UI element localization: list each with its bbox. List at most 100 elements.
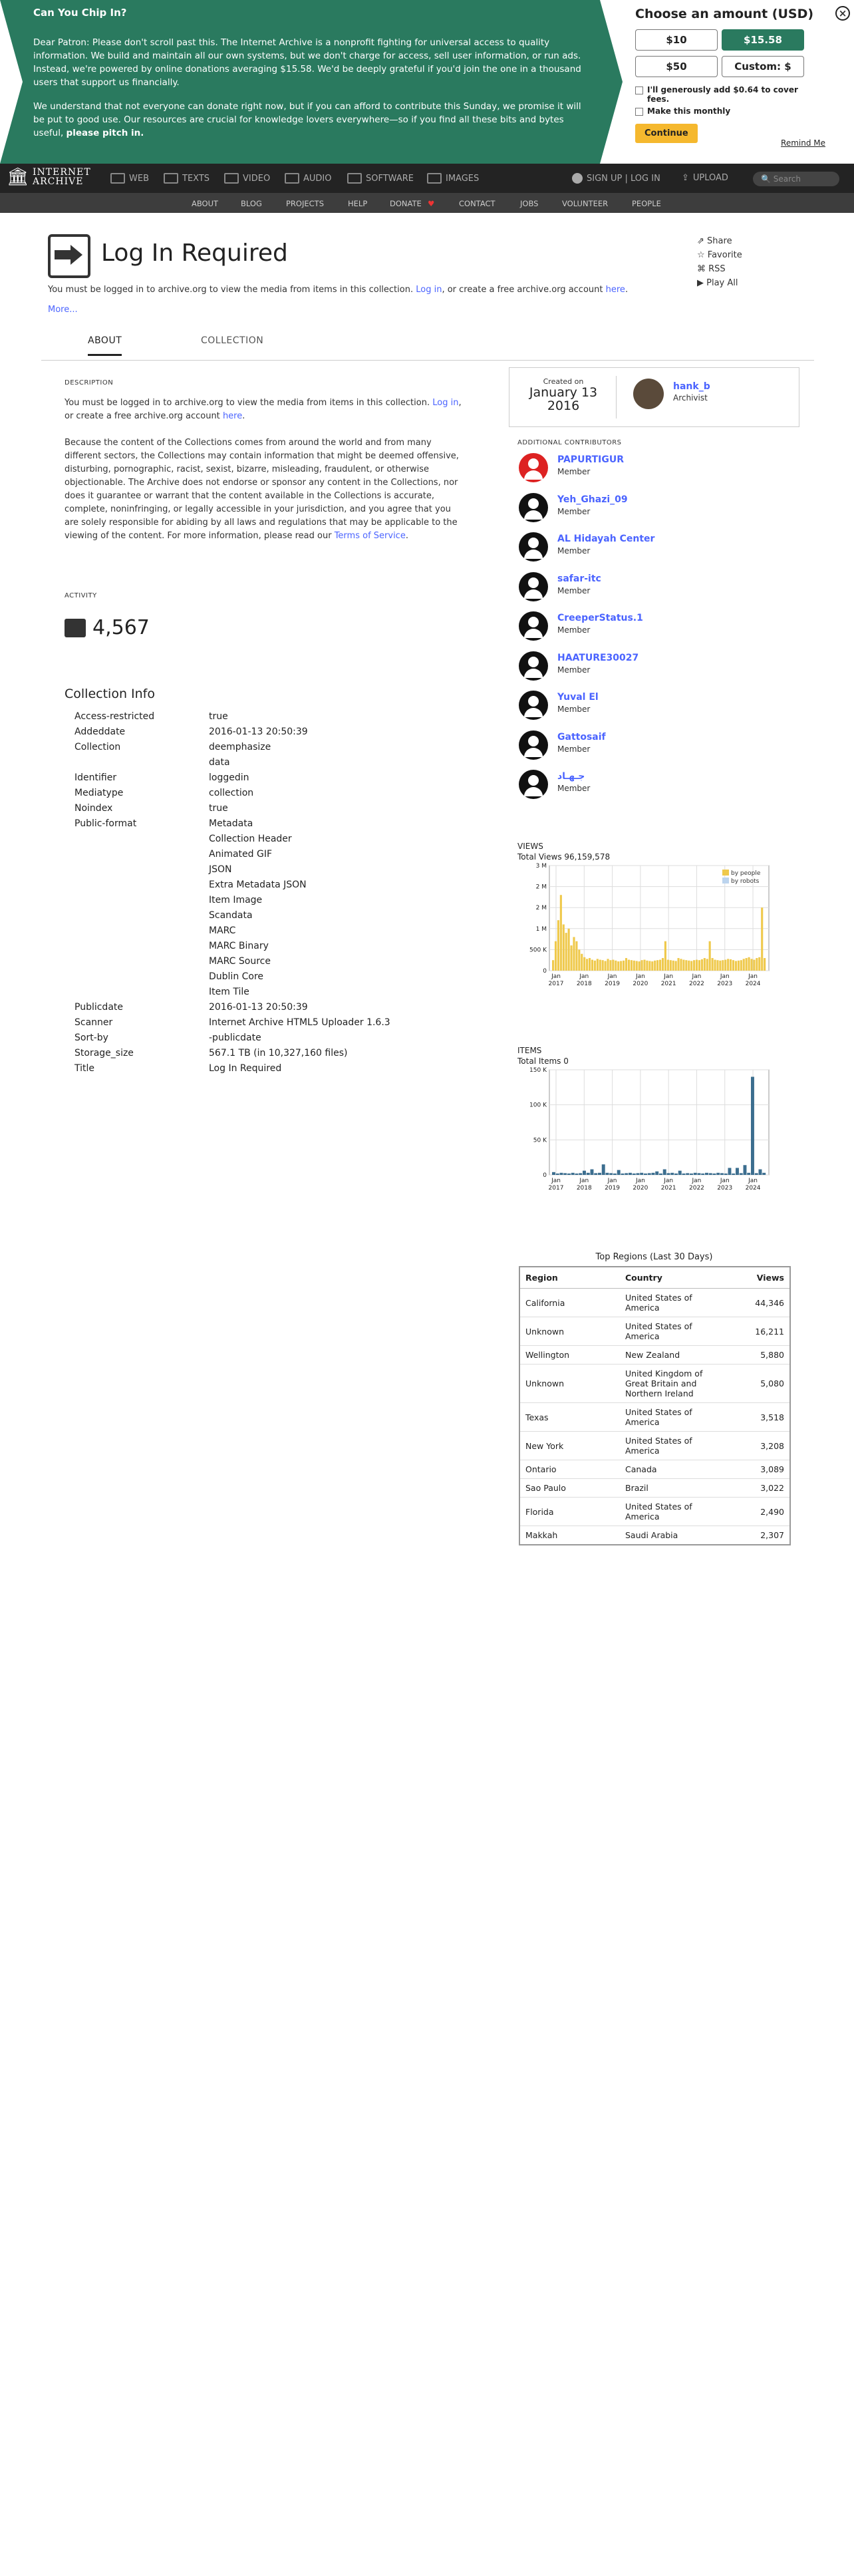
- contributor-item[interactable]: Yuval El Member: [517, 680, 803, 720]
- avatar[interactable]: [519, 651, 548, 681]
- contributor-name-link[interactable]: Yuval El: [557, 692, 599, 703]
- contributor-item[interactable]: Gattosaif Member: [517, 720, 803, 760]
- nav-software[interactable]: SOFTWARE: [347, 173, 414, 184]
- info-value: Item Tile: [209, 987, 249, 997]
- contributor-item[interactable]: PAPURTIGUR Member: [517, 442, 803, 482]
- subnav-volunteer[interactable]: VOLUNTEER: [562, 199, 608, 208]
- avatar[interactable]: [519, 532, 548, 562]
- contributor-name-link[interactable]: safar-itc: [557, 573, 601, 584]
- subnav-help[interactable]: HELP: [348, 199, 367, 208]
- subnav-about[interactable]: ABOUT: [192, 199, 218, 208]
- contributor-name-link[interactable]: جـهـاد: [557, 771, 585, 782]
- amount-15-58-button[interactable]: $15.58: [722, 29, 804, 51]
- avatar[interactable]: [519, 571, 548, 601]
- y-tick-label: 2 M: [536, 884, 547, 891]
- contributor-item[interactable]: CreeperStatus.1 Member: [517, 601, 803, 641]
- subnav-donate[interactable]: DONATE: [390, 199, 422, 208]
- info-row: Title Log In Required: [74, 1061, 390, 1076]
- info-value: Collection Header: [209, 834, 292, 844]
- bar: [583, 1170, 586, 1175]
- contributor-role: Member: [557, 744, 591, 754]
- views-chart-section: VIEWS Total Views 96,159,578 0 500 K 1 M 2 …: [517, 842, 783, 995]
- avatar[interactable]: [519, 770, 548, 799]
- rss-action[interactable]: ⌘ RSS: [697, 262, 742, 276]
- contributor-item[interactable]: Yeh_Ghazi_09 Member: [517, 482, 803, 522]
- creator-name-link[interactable]: hank_b: [673, 381, 710, 392]
- search-input[interactable]: 🔍 Search: [753, 172, 839, 186]
- contributor-item[interactable]: safar-itc Member: [517, 562, 803, 601]
- info-value: 2016-01-13 20:50:39: [209, 1002, 308, 1013]
- checkbox-icon: [635, 108, 643, 116]
- top-regions-section: Top Regions (Last 30 Days) Region Country…: [517, 1252, 791, 1545]
- amount-50-button[interactable]: $50: [635, 56, 718, 77]
- contributor-item[interactable]: AL Hidayah Center Member: [517, 522, 803, 562]
- login-message: You must be logged in to archive.org to …: [48, 285, 629, 295]
- x-tick-label: Jan: [635, 973, 645, 980]
- collection-info: Collection Info Access-restricted true Add…: [65, 687, 464, 1076]
- contributor-item[interactable]: جـهـاد Member: [517, 759, 803, 799]
- nav-texts[interactable]: TEXTS: [164, 173, 210, 184]
- avatar[interactable]: [519, 730, 548, 760]
- nav-video[interactable]: VIDEO: [224, 173, 270, 184]
- bar: [632, 1173, 636, 1175]
- internet-archive-logo[interactable]: 🏛 INTERNET ARCHIVE: [7, 167, 91, 187]
- login-link[interactable]: Log in: [416, 285, 442, 295]
- avatar[interactable]: [633, 379, 664, 409]
- avatar[interactable]: [519, 453, 548, 482]
- cover-fees-checkbox[interactable]: I'll generously add $0.64 to cover fees.: [635, 85, 821, 104]
- avatar[interactable]: [519, 611, 548, 641]
- contributor-name-link[interactable]: Gattosaif: [557, 732, 606, 742]
- continue-button[interactable]: Continue: [635, 124, 698, 143]
- close-banner-icon[interactable]: ×: [835, 6, 850, 21]
- nav-web[interactable]: WEB: [110, 173, 149, 184]
- avatar[interactable]: [519, 691, 548, 720]
- monthly-checkbox[interactable]: Make this monthly: [635, 106, 821, 116]
- subnav-projects[interactable]: PROJECTS: [286, 199, 324, 208]
- info-key: [74, 939, 209, 954]
- terms-of-service-link[interactable]: Terms of Service: [335, 531, 406, 541]
- bar: [623, 960, 625, 971]
- info-key: [74, 878, 209, 893]
- sign-up-login-link[interactable]: SIGN UP | LOG IN: [572, 173, 660, 184]
- contributor-item[interactable]: HAATURE30027 Member: [517, 641, 803, 681]
- subnav-jobs[interactable]: JOBS: [520, 199, 538, 208]
- contributor-name-link[interactable]: AL Hidayah Center: [557, 534, 654, 544]
- contributor-name-link[interactable]: PAPURTIGUR: [557, 454, 624, 465]
- more-link[interactable]: More...: [48, 305, 78, 315]
- info-row: Identifier loggedin: [74, 770, 390, 786]
- custom-amount-field[interactable]: Custom: $: [722, 56, 804, 77]
- description-login-link[interactable]: Log in: [432, 398, 458, 408]
- subnav-people[interactable]: PEOPLE: [632, 199, 661, 208]
- subnav-contact[interactable]: CONTACT: [459, 199, 496, 208]
- legend-swatch: [722, 870, 729, 876]
- bar: [609, 1173, 613, 1175]
- tab-collection[interactable]: COLLECTION: [201, 335, 263, 346]
- bar: [605, 1172, 609, 1175]
- subnav-blog[interactable]: BLOG: [241, 199, 262, 208]
- info-key: [74, 923, 209, 939]
- share-action[interactable]: ⇗ Share: [697, 234, 742, 248]
- avatar[interactable]: [519, 492, 548, 522]
- amount-10-button[interactable]: $10: [635, 29, 718, 51]
- items-total: Total Items 0: [517, 1056, 569, 1066]
- bar: [617, 1170, 621, 1175]
- upload-link[interactable]: ⇪ UPLOAD: [682, 173, 728, 183]
- contributor-name-link[interactable]: HAATURE30027: [557, 653, 639, 663]
- signup-here-link[interactable]: here: [606, 285, 625, 295]
- info-row: Sort-by -publicdate: [74, 1031, 390, 1046]
- favorite-action[interactable]: ☆ Favorite: [697, 248, 742, 262]
- bar: [567, 928, 570, 971]
- tab-about[interactable]: ABOUT: [88, 335, 122, 356]
- remind-me-link[interactable]: Remind Me: [781, 138, 825, 148]
- nav-images[interactable]: IMAGES: [427, 173, 479, 184]
- play-all-action[interactable]: ▶ Play All: [697, 276, 742, 290]
- bar: [700, 959, 703, 971]
- description-here-link[interactable]: here: [223, 411, 242, 421]
- info-row: Collection Header: [74, 832, 390, 847]
- x-tick-label: Jan: [607, 973, 617, 980]
- info-value: loggedin: [209, 772, 249, 783]
- creator-role: Archivist: [673, 393, 708, 402]
- contributor-name-link[interactable]: Yeh_Ghazi_09: [557, 494, 628, 505]
- contributor-name-link[interactable]: CreeperStatus.1: [557, 613, 643, 623]
- nav-audio[interactable]: AUDIO: [285, 173, 332, 184]
